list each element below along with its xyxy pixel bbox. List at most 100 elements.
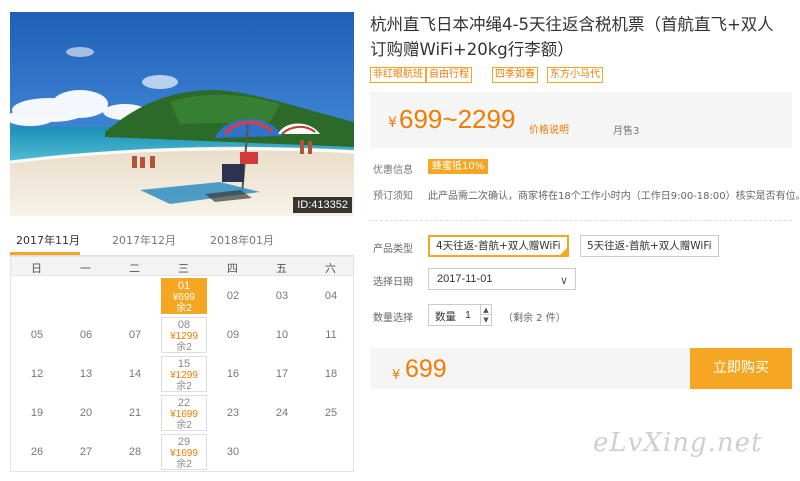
- tag-badge: 自由行程: [426, 67, 472, 83]
- weekday-label: 五: [276, 262, 287, 275]
- decrement-arrow-icon[interactable]: ▼: [480, 315, 491, 325]
- date-value: 2017-11-01: [437, 273, 493, 285]
- day-number: 28: [128, 446, 142, 458]
- quantity-stepper[interactable]: 数量 1 ▲ ▼: [428, 304, 492, 326]
- calendar-day: 05: [14, 317, 60, 353]
- day-number: 14: [128, 368, 142, 380]
- calendar-day: 18: [308, 356, 354, 392]
- tag-badge: 东方小马代: [547, 67, 603, 83]
- day-number: 30: [226, 446, 240, 458]
- qty-value[interactable]: 1: [465, 309, 471, 321]
- buy-now-button[interactable]: 立即购买: [690, 348, 792, 389]
- calendar-day: 30: [210, 434, 256, 470]
- calendar-day: 06: [63, 317, 109, 353]
- weekday-label: 二: [129, 262, 140, 275]
- price-range: 699~2299: [399, 104, 516, 134]
- day-number: 10: [275, 329, 289, 341]
- day-number: 18: [324, 368, 338, 380]
- increment-arrow-icon[interactable]: ▲: [480, 305, 491, 315]
- product-option-4day[interactable]: 4天往返-首航+双人赠WiFi: [428, 235, 569, 257]
- day-number: 27: [79, 446, 93, 458]
- day-number: 16: [226, 368, 240, 380]
- calendar-day: 14: [112, 356, 158, 392]
- qty-label: 数量选择: [373, 313, 413, 324]
- day-number: 11: [325, 329, 337, 341]
- day-remaining: 余2: [176, 459, 192, 470]
- day-price: ¥1699: [170, 448, 198, 459]
- day-price: ¥1299: [170, 370, 198, 381]
- calendar-day-available[interactable]: 29 ¥1699 余2: [161, 434, 207, 470]
- day-number: 06: [79, 329, 93, 341]
- calendar-day: 27: [63, 434, 109, 470]
- weekday-label: 一: [80, 262, 91, 275]
- day-remaining: 余2: [176, 342, 192, 353]
- day-number: 21: [128, 407, 142, 419]
- selected-price: 699: [405, 355, 447, 383]
- calendar-day: 10: [259, 317, 305, 353]
- price-note-link[interactable]: 价格说明: [529, 121, 569, 136]
- calendar-day: 24: [259, 395, 305, 431]
- booking-label: 预订须知: [373, 191, 413, 202]
- product-title: 杭州直飞日本冲绳4-5天往返含税机票（首航直飞+双人订购赠WiFi+20kg行李…: [370, 15, 774, 59]
- day-price: ¥1299: [170, 331, 198, 342]
- day-number: 22: [177, 397, 191, 409]
- calendar-day: 16: [210, 356, 256, 392]
- qty-prefix: 数量: [435, 311, 456, 323]
- date-select[interactable]: 2017-11-01 ∨: [428, 268, 576, 290]
- day-remaining: 余2: [176, 303, 192, 314]
- calendar-day: 09: [210, 317, 256, 353]
- calendar-grid: 01 ¥699 余2 02 03 04 05 06 07 08 ¥1299 余2 09 10 11 12 13 1…: [10, 276, 354, 472]
- day-number: 24: [275, 407, 289, 419]
- day-number: 12: [30, 368, 44, 380]
- calendar-day-available[interactable]: 01 ¥699 余2: [161, 278, 207, 314]
- calendar-day: 28: [112, 434, 158, 470]
- day-number: 04: [324, 290, 338, 302]
- day-number: 02: [226, 290, 240, 302]
- weekday-label: 日: [31, 262, 42, 275]
- calendar-day: 20: [63, 395, 109, 431]
- product-option-5day[interactable]: 5天往返-首航+双人赠WiFi: [580, 235, 719, 257]
- calendar-day: 21: [112, 395, 158, 431]
- price-panel: ¥ 699~2299 价格说明 月售3: [370, 92, 792, 148]
- monthly-sales: 月售3: [613, 126, 640, 137]
- currency-symbol: ¥: [392, 368, 401, 383]
- calendar-day-available[interactable]: 22 ¥1699 余2: [161, 395, 207, 431]
- remaining-stock: （剩余 2 件）: [503, 313, 566, 324]
- day-price: ¥1699: [170, 409, 198, 420]
- day-number: 26: [30, 446, 44, 458]
- day-number: 01: [177, 280, 191, 292]
- beach-photo-image: [10, 12, 354, 216]
- tab-month-2[interactable]: 2017年12月: [112, 232, 176, 248]
- tag-badge: 非红眼航班: [370, 67, 426, 83]
- calendar-day: 23: [210, 395, 256, 431]
- tag-badge: 四季如春: [492, 67, 538, 83]
- currency-symbol: ¥: [388, 115, 397, 131]
- day-number: 15: [177, 358, 191, 370]
- day-number: 23: [226, 407, 240, 419]
- tab-month-1[interactable]: 2017年11月: [16, 232, 80, 248]
- day-number: 09: [226, 329, 240, 341]
- day-number: 17: [275, 368, 289, 380]
- calendar-day: 03: [259, 278, 305, 314]
- product-photo: ID:413352: [10, 12, 354, 216]
- booking-text: 此产品需二次确认，商家将在18个工作小时内（工作日9:00-18:00）核实是否…: [428, 191, 800, 202]
- calendar-day-available[interactable]: 15 ¥1299 余2: [161, 356, 207, 392]
- calendar-day-available[interactable]: 08 ¥1299 余2: [161, 317, 207, 353]
- chevron-down-icon: ∨: [559, 275, 568, 287]
- day-price: ¥699: [172, 292, 196, 303]
- promo-badge: 蜂蜜抵10%: [428, 159, 489, 174]
- day-number: 03: [275, 290, 289, 302]
- calendar-day: 07: [112, 317, 158, 353]
- site-watermark: eLvXing.net: [593, 428, 763, 458]
- calendar-day: 11: [308, 317, 354, 353]
- day-remaining: 余2: [176, 420, 192, 431]
- tab-month-3[interactable]: 2018年01月: [210, 232, 274, 248]
- section-divider: [370, 220, 792, 221]
- day-number: 13: [79, 368, 93, 380]
- photo-id-label: ID:413352: [293, 197, 352, 213]
- day-remaining: 余2: [176, 381, 192, 392]
- day-number: 29: [177, 436, 191, 448]
- day-number: 20: [79, 407, 93, 419]
- weekday-label: 四: [227, 262, 238, 275]
- type-label: 产品类型: [373, 244, 413, 255]
